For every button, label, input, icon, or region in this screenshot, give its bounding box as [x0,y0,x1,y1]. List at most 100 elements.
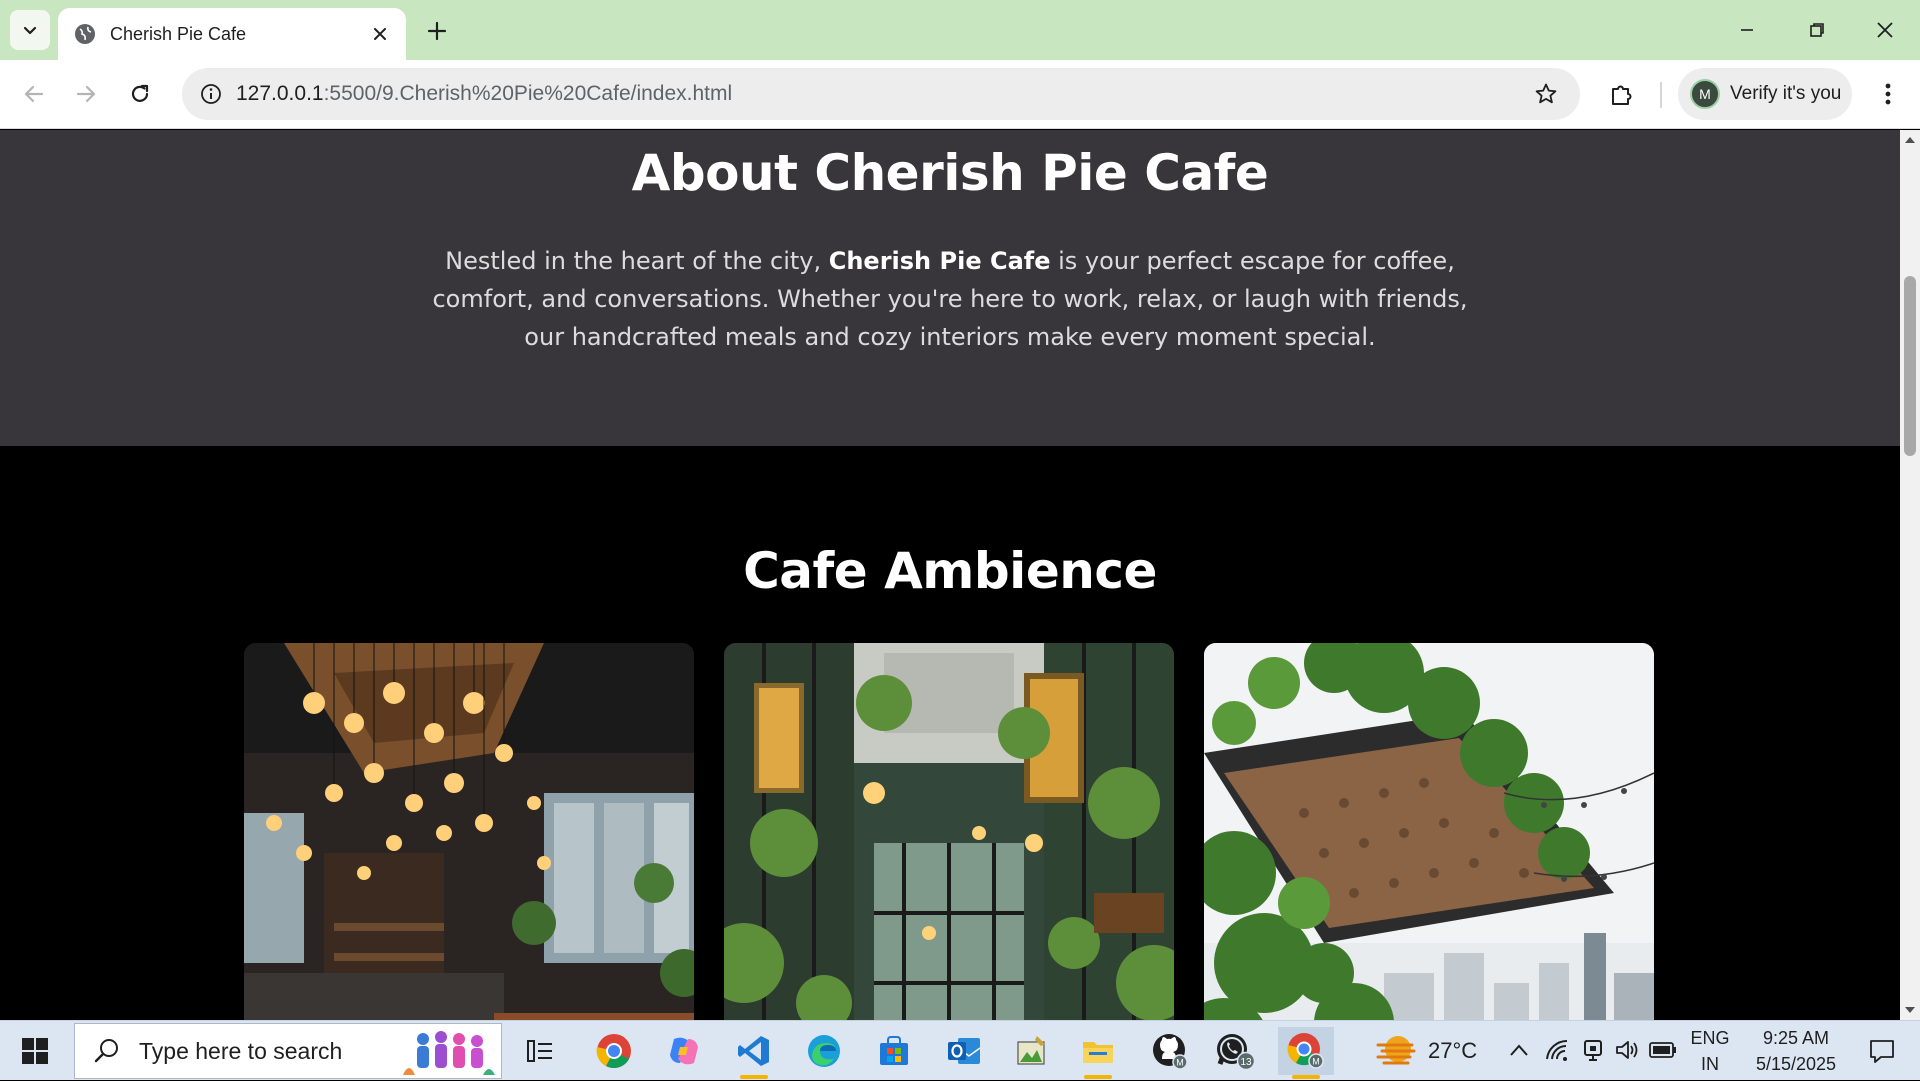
copilot-taskbar-button[interactable] [656,1027,712,1075]
arrow-right-icon [76,85,96,103]
weather-widget[interactable]: 27°C [1374,1027,1504,1075]
show-hidden-icons-button[interactable] [1504,1035,1534,1065]
back-button[interactable] [14,74,54,114]
taskbar-search-box[interactable]: Type here to search [74,1023,502,1079]
tab-close-button[interactable] [368,22,392,46]
ambience-section: Cafe Ambience [0,446,1900,1020]
chrome-taskbar-button[interactable] [586,1027,642,1075]
input-language-indicator[interactable]: ENG IN [1686,1025,1734,1077]
outlook-icon [948,1038,981,1064]
search-placeholder: Type here to search [139,1037,343,1064]
weather-haze-icon [1376,1036,1416,1065]
battery-tray-button[interactable] [1648,1035,1678,1065]
close-icon [1877,22,1893,38]
whatsapp-badge: 13 [1240,1057,1252,1068]
search-icon [94,1039,118,1063]
weather-temperature: 27°C [1428,1038,1478,1063]
vscode-taskbar-button[interactable] [726,1027,782,1079]
battery-icon [1649,1042,1676,1058]
extensions-button[interactable] [1602,74,1642,114]
meet-now-tray-button[interactable] [1578,1035,1608,1065]
chrome-profile-taskbar-button[interactable]: M [1278,1027,1334,1079]
info-icon [201,84,221,104]
windows-taskbar: Type here to search M 13 M 27°C ENG IN 9… [0,1020,1920,1080]
page-scrollbar[interactable] [1900,130,1920,1020]
chevron-down-icon [23,26,37,35]
page-viewport: About Cherish Pie Cafe Nestled in the he… [0,130,1900,1020]
cafe-interior-pendant-lights-photo [244,643,694,1020]
reload-button[interactable] [120,74,160,114]
chrome-profile-icon: M [1287,1033,1324,1069]
restore-button[interactable] [1792,8,1842,52]
reload-icon [131,84,149,102]
more-vertical-icon [1885,83,1891,105]
about-section: About Cherish Pie Cafe Nestled in the he… [0,130,1900,446]
browser-toolbar: 127.0.0.1:5500/9.Cherish%20Pie%20Cafe/in… [0,60,1920,129]
task-view-icon [527,1040,552,1062]
scroll-down-arrow-icon[interactable] [1904,1004,1916,1016]
url-path: :5500/9.Cherish%20Pie%20Cafe/index.html [323,82,733,105]
ms-store-icon [880,1036,908,1065]
file-explorer-taskbar-button[interactable] [1070,1027,1126,1079]
tab-search-button[interactable] [10,10,50,50]
clock-time: 9:25 AM [1762,1028,1830,1048]
bookmark-button[interactable] [1526,74,1566,114]
outlook-taskbar-button[interactable] [936,1027,992,1075]
github-desktop-taskbar-button[interactable]: M [1142,1027,1198,1075]
ambience-heading: Cafe Ambience [743,542,1157,600]
speaker-icon [1616,1041,1638,1059]
url-host: 127.0.0.1 [236,82,324,105]
profile-label: Verify it's you [1730,83,1842,104]
copilot-icon [670,1037,698,1065]
system-clock[interactable]: 9:25 AM 5/15/2025 [1740,1025,1852,1077]
github-desktop-icon: M [1153,1034,1188,1070]
minimize-button[interactable] [1722,8,1772,52]
image-editor-taskbar-button[interactable] [1004,1027,1060,1075]
edge-taskbar-button[interactable] [796,1027,852,1075]
close-window-button[interactable] [1860,8,1910,52]
toolbar-separator [1660,82,1662,108]
wifi-icon [1546,1039,1568,1061]
address-bar[interactable]: 127.0.0.1:5500/9.Cherish%20Pie%20Cafe/in… [182,68,1580,120]
vscode-icon [738,1036,769,1066]
puzzle-icon [1612,85,1632,105]
region-code: IN [1701,1054,1719,1074]
tab-title: Cherish Pie Cafe [110,23,247,44]
new-tab-button[interactable] [420,14,454,48]
site-info-button[interactable] [196,79,226,109]
forward-button[interactable] [66,74,106,114]
profile-button[interactable]: M Verify it's you [1678,68,1852,120]
start-button[interactable] [0,1021,70,1081]
url-text[interactable]: 127.0.0.1:5500/9.Cherish%20Pie%20Cafe/in… [236,82,1526,106]
cafe-greenhouse-corridor-photo [724,643,1174,1020]
about-text-start: Nestled in the heart of the city, [445,247,829,275]
restore-icon [1810,23,1824,37]
tab-cherish-pie-cafe[interactable]: Cherish Pie Cafe [58,8,406,60]
avatar: M [1690,79,1720,109]
notification-center-button[interactable] [1852,1027,1912,1075]
edge-icon [808,1035,840,1067]
language-code: ENG [1690,1028,1730,1048]
image-editor-icon [1017,1036,1045,1065]
search-highlight-people-icon [403,1031,495,1075]
arrow-left-icon [24,85,44,103]
whatsapp-taskbar-button[interactable]: 13 [1208,1027,1264,1075]
windows-logo-icon [22,1038,48,1064]
task-view-button[interactable] [512,1027,568,1075]
chrome-icon [596,1034,631,1068]
volume-tray-button[interactable] [1612,1035,1642,1065]
chevron-up-icon [1510,1044,1528,1056]
about-paragraph: Nestled in the heart of the city, Cheris… [410,242,1490,356]
svg-text:M: M [1176,1058,1184,1068]
notification-icon [1870,1040,1894,1063]
about-heading: About Cherish Pie Cafe [631,144,1269,202]
browser-menu-button[interactable] [1868,74,1908,114]
network-tray-button[interactable] [1542,1035,1572,1065]
file-explorer-icon [1083,1042,1113,1063]
scroll-up-arrow-icon[interactable] [1904,134,1916,146]
star-icon [1535,83,1557,104]
scrollbar-thumb[interactable] [1904,276,1916,456]
device-icon [1584,1040,1602,1061]
tab-strip: Cherish Pie Cafe [0,0,1920,60]
ms-store-taskbar-button[interactable] [866,1027,922,1075]
